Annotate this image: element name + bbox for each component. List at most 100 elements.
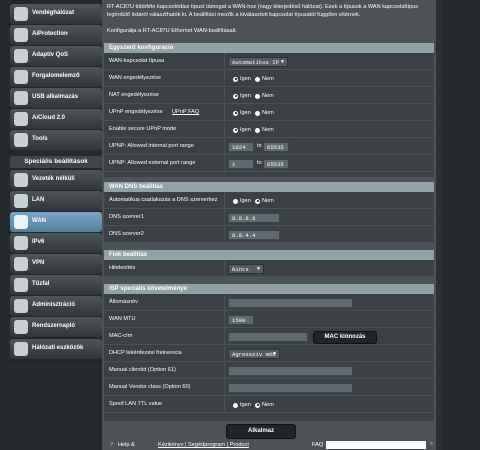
vendor-label: Manual Vendor class (Option 60) xyxy=(109,384,191,390)
help-label: Help & xyxy=(118,442,135,448)
to-label: to xyxy=(257,160,262,166)
sidebar-item-4[interactable]: USB alkalmazás xyxy=(10,88,102,108)
faq-search-input[interactable] xyxy=(326,441,426,449)
sidebar-adv-item-0[interactable]: Vezeték nélküli xyxy=(10,170,102,190)
sidebar-item-1[interactable]: AiProtection xyxy=(10,25,102,45)
account-title: Fiók beállítás xyxy=(104,250,434,260)
sidebar-adv-item-2[interactable]: WAN xyxy=(10,212,102,232)
sidebar-item-3[interactable]: Forgalomelemző xyxy=(10,67,102,87)
shield-icon xyxy=(14,28,28,42)
external-from-input[interactable]: 1 xyxy=(228,159,254,169)
ipv6-icon xyxy=(14,236,28,250)
chevron-down-icon: ▼ xyxy=(256,266,260,272)
wan-type-label: WAN-kapcsolat típusa xyxy=(109,58,165,64)
auth-select[interactable]: Nincs ▼ xyxy=(228,264,264,274)
auth-value: Nincs xyxy=(232,266,249,273)
sidebar-item-label: VPN xyxy=(32,260,45,266)
wan-enable-yes[interactable]: Igen xyxy=(233,76,251,83)
secure-upnp-yes[interactable]: Igen xyxy=(233,127,251,134)
mac-input[interactable] xyxy=(228,332,308,342)
advanced-settings-header: Speciális beállítások xyxy=(10,156,102,168)
isp-title: ISP speciális követelménye xyxy=(104,284,434,294)
dns-title: WAN DNS beállítás xyxy=(104,182,434,192)
sidebar-item-0[interactable]: Vendéghálózat xyxy=(10,4,102,24)
sidebar-item-2[interactable]: Adaptív QoS xyxy=(10,46,102,66)
qos-icon xyxy=(14,49,28,63)
dhcp-row: DHCP lekérdezési frekvencia Agresszív mó… xyxy=(104,345,434,362)
clientid-input[interactable] xyxy=(228,366,353,376)
dns-auto-yes[interactable]: Igen xyxy=(233,198,251,205)
nat-enable-label: NAT engedélyezése xyxy=(109,92,159,98)
sidebar-adv-item-4[interactable]: VPN xyxy=(10,254,102,274)
secure-upnp-row: Enable secure UPnP mode Igen Nem xyxy=(104,121,434,138)
main-content: RT-AC87U többféle kapcsolódási típust tá… xyxy=(102,0,436,450)
sidebar-item-label: Hálózati eszközök xyxy=(32,345,84,351)
sidebar-adv-item-3[interactable]: IPv6 xyxy=(10,233,102,253)
internal-to-input[interactable]: 65535 xyxy=(263,142,289,152)
nat-enable-row: NAT engedélyezése Igen Nem xyxy=(104,87,434,104)
vendor-input[interactable] xyxy=(228,383,353,393)
mtu-label: WAN MTU xyxy=(109,316,136,322)
sidebar-item-label: Rendszernapló xyxy=(32,323,76,329)
host-row: Állomásnév xyxy=(104,294,434,311)
scrollbar[interactable] xyxy=(436,0,442,450)
network-tools-icon xyxy=(14,342,28,356)
account-panel: Fiók beállítás Hitelesítés Nincs ▼ xyxy=(104,250,434,277)
external-range-label: UPNP: Allowed external port range xyxy=(109,160,196,166)
ttl-label: Spoof LAN TTL value xyxy=(109,401,163,407)
dns-auto-no[interactable]: Nem xyxy=(255,198,274,205)
chevron-down-icon: ▼ xyxy=(272,351,276,357)
nat-enable-no[interactable]: Nem xyxy=(255,93,274,100)
upnp-enable-row: UPnP engedélyezése UPnP FAQ Igen Nem xyxy=(104,104,434,121)
mtu-row: WAN MTU 1500 xyxy=(104,311,434,328)
sidebar-adv-item-5[interactable]: Tűzfal xyxy=(10,275,102,295)
dns2-input[interactable]: 8.8.4.4 xyxy=(228,230,280,240)
dns1-input[interactable]: 8.8.8.8 xyxy=(228,213,280,223)
upnp-enable-no[interactable]: Nem xyxy=(255,110,274,117)
footer-links[interactable]: Kézikönyv | Segédprogram | Product xyxy=(158,442,249,448)
sidebar-adv-item-7[interactable]: Rendszernapló xyxy=(10,317,102,337)
upnp-enable-yes[interactable]: Igen xyxy=(233,110,251,117)
upnp-enable-label: UPnP engedélyezése xyxy=(109,109,163,115)
search-icon[interactable]: ⌕ xyxy=(430,441,433,448)
external-to-input[interactable]: 65535 xyxy=(263,159,289,169)
dns-auto-row: Automatikus csatlakozás a DNS szerverhez… xyxy=(104,192,434,209)
sidebar-item-6[interactable]: Tools xyxy=(10,130,102,150)
ttl-yes[interactable]: Igen xyxy=(233,402,251,409)
sidebar-adv-item-8[interactable]: Hálózati eszközök xyxy=(10,339,102,359)
internal-range-row: UPNP: Allowed internal port range 1024 t… xyxy=(104,138,434,155)
upnp-faq-link[interactable]: UPnP FAQ xyxy=(172,109,199,115)
internal-from-input[interactable]: 1024 xyxy=(228,142,254,152)
sidebar-adv-item-1[interactable]: LAN xyxy=(10,191,102,211)
lan-icon xyxy=(14,194,28,208)
usb-icon xyxy=(14,91,28,105)
sidebar: Vendéghálózat AiProtection Adaptív QoS Forg… xyxy=(10,0,102,450)
sidebar-item-label: USB alkalmazás xyxy=(32,94,79,100)
host-input[interactable] xyxy=(228,298,353,308)
internal-range-label: UPNP: Allowed internal port range xyxy=(109,143,194,149)
sidebar-adv-item-6[interactable]: Adminisztráció xyxy=(10,296,102,316)
secure-upnp-no[interactable]: Nem xyxy=(255,127,274,134)
dhcp-select[interactable]: Agresszív mód ▼ xyxy=(228,349,280,359)
nat-enable-yes[interactable]: Igen xyxy=(233,93,251,100)
apply-button[interactable]: Alkalmaz xyxy=(226,424,296,439)
ttl-row: Spoof LAN TTL value Igen Nem xyxy=(104,396,434,413)
sidebar-item-label: Tűzfal xyxy=(32,281,50,287)
tools-icon xyxy=(14,133,28,147)
wan-type-select[interactable]: Automatikus IP ▼ xyxy=(228,57,288,67)
mtu-input[interactable]: 1500 xyxy=(228,315,254,325)
sidebar-item-label: Vendéghálózat xyxy=(32,10,75,16)
clientid-label: Manual clientid (Option 61) xyxy=(109,367,176,373)
clientid-row: Manual clientid (Option 61) xyxy=(104,362,434,379)
to-label: to xyxy=(257,143,262,149)
wan-enable-no[interactable]: Nem xyxy=(255,76,274,83)
dhcp-value: Agresszív mód xyxy=(232,351,276,358)
ttl-no[interactable]: Nem xyxy=(255,402,274,409)
sidebar-item-5[interactable]: AiCloud 2.0 xyxy=(10,109,102,129)
firewall-icon xyxy=(14,278,28,292)
dns1-label: DNS szerver1 xyxy=(109,214,144,220)
basic-config-panel: Egyszerű konfiguráció WAN-kapcsolat típu… xyxy=(104,43,434,177)
intro-subtext: Konfigurálja a RT-AC87U Ethernet WAN-beá… xyxy=(107,28,237,34)
sidebar-item-label: AiCloud 2.0 xyxy=(32,115,66,121)
mac-clone-button[interactable]: MAC klónozás xyxy=(313,331,377,344)
